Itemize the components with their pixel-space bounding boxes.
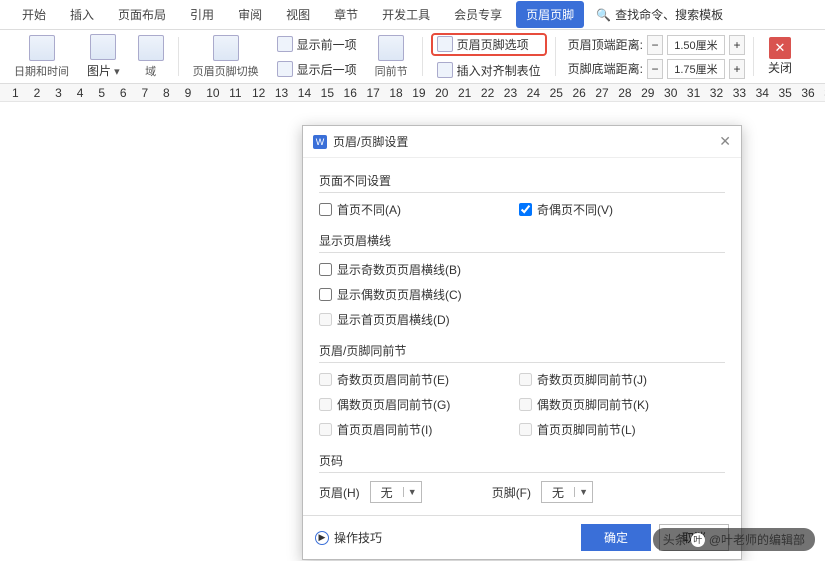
header-footer-options-button[interactable]: 页眉页脚选项 [431,33,547,56]
close-button[interactable]: ✕ 关闭 [762,33,798,80]
checkbox-odd-line[interactable]: 显示奇数页页眉横线(B) [319,261,489,278]
checkbox-odd-header-prev: 奇数页页眉同前节(E) [319,371,489,388]
watermark-brand: 头条 [663,531,687,548]
footer-pagenum-label: 页脚(F) [492,484,531,501]
insert-tab-button[interactable]: 插入对齐制表位 [431,60,547,81]
picture-button[interactable]: 图片 ▾ [81,33,126,80]
watermark-author: @叶老师的编辑部 [709,531,805,548]
show-prev-button[interactable]: 显示前一项 [271,34,363,55]
checkbox-even-header-prev: 偶数页页眉同前节(G) [319,396,489,413]
play-icon: ▶ [315,531,329,545]
header-pagenum-label: 页眉(H) [319,484,360,501]
picture-icon [90,34,116,60]
search-box[interactable]: 🔍 查找命令、搜索模板 [596,6,723,23]
checkbox-odd-footer-prev: 奇数页页脚同前节(J) [519,371,689,388]
prev-icon [277,36,293,52]
footer-pagenum-select[interactable]: 无▼ [541,481,593,503]
checkbox-odd-even[interactable]: 奇偶页不同(V) [519,201,689,218]
search-icon: 🔍 [596,8,611,22]
chevron-down-icon: ▼ [574,487,592,497]
tab-layout[interactable]: 页面布局 [108,1,176,28]
ribbon: 日期和时间 图片 ▾ 域 页眉页脚切换 显示前一项 显示后一项 同前节 页眉页脚… [0,30,825,84]
checkbox-first-footer-prev: 首页页脚同前节(L) [519,421,689,438]
tab-dev[interactable]: 开发工具 [372,1,440,28]
chevron-down-icon: ▼ [403,487,421,497]
dist-bot-input[interactable] [667,59,725,79]
tab-review[interactable]: 审阅 [228,1,272,28]
switch-button[interactable]: 页眉页脚切换 [187,33,265,80]
section-header-line: 显示页眉横线 [319,226,725,253]
dialog-title: 页眉/页脚设置 [333,133,408,150]
app-logo-icon: W [313,135,327,149]
dist-top-minus[interactable]: − [647,35,663,55]
checkbox-even-line[interactable]: 显示偶数页页眉横线(C) [319,286,489,303]
tab-ref[interactable]: 引用 [180,1,224,28]
switch-icon [213,35,239,61]
ok-button[interactable]: 确定 [581,524,651,551]
watermark: 头条 叶 @叶老师的编辑部 [653,528,815,551]
tab-header-footer[interactable]: 页眉页脚 [516,1,584,28]
checkbox-first-page[interactable]: 首页不同(A) [319,201,489,218]
menu-tabs: 开始 插入 页面布局 引用 审阅 视图 章节 开发工具 会员专享 页眉页脚 🔍 … [0,0,825,30]
close-icon: ✕ [769,37,791,59]
dist-bot-plus[interactable]: + [729,59,745,79]
dialog-titlebar: W 页眉/页脚设置 ✕ [303,126,741,158]
tab-icon [437,62,453,78]
header-pagenum-select[interactable]: 无▼ [370,481,422,503]
show-next-button[interactable]: 显示后一项 [271,59,363,80]
checkbox-even-footer-prev: 偶数页页脚同前节(K) [519,396,689,413]
search-placeholder: 查找命令、搜索模板 [615,6,723,23]
footer-bottom-distance: 页脚底端距离: − + [564,59,745,79]
tips-link[interactable]: ▶操作技巧 [315,529,382,546]
tab-vip[interactable]: 会员专享 [444,1,512,28]
header-footer-dialog: W 页眉/页脚设置 ✕ 页面不同设置 首页不同(A) 奇偶页不同(V) 显示页眉… [302,125,742,560]
dist-top-input[interactable] [667,35,725,55]
same-section-button[interactable]: 同前节 [369,33,414,80]
next-icon [277,61,293,77]
options-icon [437,36,453,52]
dist-top-plus[interactable]: + [729,35,745,55]
checkbox-first-line: 显示首页页眉横线(D) [319,311,489,328]
section-same-prev: 页眉/页脚同前节 [319,336,725,363]
section-page-diff: 页面不同设置 [319,166,725,193]
ruler: 1234567891011121314151617181920212223242… [0,84,825,102]
section-page-number: 页码 [319,446,725,473]
dist-bot-minus[interactable]: − [647,59,663,79]
field-icon [138,35,164,61]
tab-view[interactable]: 视图 [276,1,320,28]
datetime-button[interactable]: 日期和时间 [8,33,75,80]
avatar-icon: 叶 [691,533,705,547]
link-icon [378,35,404,61]
tab-start[interactable]: 开始 [12,1,56,28]
field-button[interactable]: 域 [132,33,170,80]
header-top-distance: 页眉顶端距离: − + [564,35,745,55]
dialog-close-button[interactable]: ✕ [719,133,731,150]
checkbox-first-header-prev: 首页页眉同前节(I) [319,421,489,438]
tab-chapter[interactable]: 章节 [324,1,368,28]
calendar-icon [29,35,55,61]
tab-insert[interactable]: 插入 [60,1,104,28]
